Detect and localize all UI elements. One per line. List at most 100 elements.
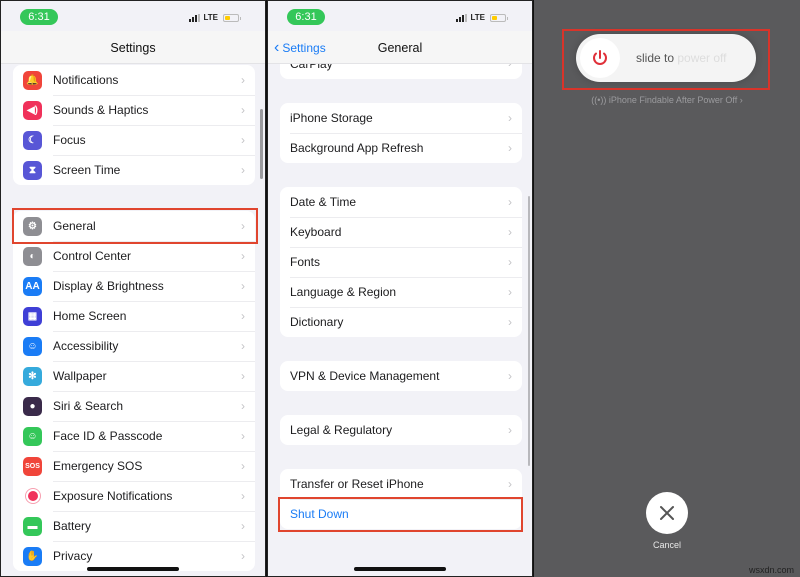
settings-row-display-and-brightness[interactable]: AA Display & Brightness › <box>13 271 255 301</box>
highlight-general <box>12 208 258 244</box>
row-label: Control Center <box>53 249 132 263</box>
row-label: Home Screen <box>53 309 127 323</box>
exposure-icon <box>23 486 42 506</box>
close-icon <box>660 506 674 520</box>
settings-row-dictionary[interactable]: Dictionary › <box>280 307 522 337</box>
settings-row-iphone-storage[interactable]: iPhone Storage › <box>280 103 522 133</box>
settings-row-focus[interactable]: ☾ Focus › <box>13 125 255 155</box>
settings-row-transfer-or-reset-iphone[interactable]: Transfer or Reset iPhone › <box>280 469 522 499</box>
battery-icon: ▬ <box>23 516 42 536</box>
chevron-right-icon: › <box>241 519 245 533</box>
settings-group-2: ⚙ General › ◐ Control Center › AA Display & Bri… <box>13 211 255 571</box>
settings-row-home-screen[interactable]: ▦ Home Screen › <box>13 301 255 331</box>
row-label: Keyboard <box>290 225 342 239</box>
chevron-right-icon: › <box>241 549 245 563</box>
chevron-right-icon: › <box>508 255 512 269</box>
row-label: Transfer or Reset iPhone <box>290 477 424 491</box>
settings-row-sounds-and-haptics[interactable]: ◀) Sounds & Haptics › <box>13 95 255 125</box>
status-bar: 6:31 LTE <box>1 1 265 31</box>
chevron-right-icon: › <box>508 285 512 299</box>
moon-icon: ☾ <box>23 130 42 150</box>
row-label: Emergency SOS <box>53 459 143 473</box>
chevron-right-icon: › <box>737 95 743 105</box>
watermark: wsxdn.com <box>748 565 794 575</box>
chevron-right-icon: › <box>241 163 245 177</box>
siri-icon: ● <box>23 396 42 416</box>
settings-row-date-and-time[interactable]: Date & Time › <box>280 187 522 217</box>
flower-icon: ✻ <box>23 366 42 386</box>
settings-row-control-center[interactable]: ◐ Control Center › <box>13 241 255 271</box>
row-label: Screen Time <box>53 163 121 177</box>
find-my-icon: ((•)) <box>591 95 609 105</box>
status-time: 6:31 <box>287 9 325 25</box>
settings-row-screen-time[interactable]: ⧗ Screen Time › <box>13 155 255 185</box>
cancel-button[interactable] <box>646 492 688 534</box>
scrollbar[interactable] <box>528 196 530 466</box>
settings-row-background-app-refresh[interactable]: Background App Refresh › <box>280 133 522 163</box>
settings-row-siri-and-search[interactable]: ● Siri & Search › <box>13 391 255 421</box>
settings-row-exposure-notifications[interactable]: Exposure Notifications › <box>13 481 255 511</box>
highlight-slider <box>562 29 770 90</box>
chevron-right-icon: › <box>508 225 512 239</box>
home-indicator[interactable] <box>87 567 179 571</box>
row-label: Face ID & Passcode <box>53 429 163 443</box>
storage-group: iPhone Storage › Background App Refresh › <box>280 103 522 163</box>
settings-row-wallpaper[interactable]: ✻ Wallpaper › <box>13 361 255 391</box>
settings-row-fonts[interactable]: Fonts › <box>280 247 522 277</box>
row-label: Privacy <box>53 549 93 563</box>
chevron-right-icon: › <box>241 103 245 117</box>
scrollbar[interactable] <box>260 109 263 179</box>
bell-icon: 🔔 <box>23 70 42 90</box>
chevron-right-icon: › <box>241 309 245 323</box>
settings-row-face-id-and-passcode[interactable]: ☺ Face ID & Passcode › <box>13 421 255 451</box>
page-title: General <box>377 41 423 55</box>
settings-row-language-and-region[interactable]: Language & Region › <box>280 277 522 307</box>
chevron-right-icon: › <box>241 339 245 353</box>
screenshot-composite: 6:31 LTE Settings 🔔 Notifications › ◀) Sound… <box>0 0 800 577</box>
home-grid-icon: ▦ <box>23 306 42 326</box>
cancel-label: Cancel <box>652 540 681 550</box>
chevron-right-icon: › <box>508 111 512 125</box>
row-label: iPhone Storage <box>290 111 373 125</box>
settings-screen: 6:31 LTE Settings 🔔 Notifications › ◀) Sound… <box>0 0 266 577</box>
settings-row-keyboard[interactable]: Keyboard › <box>280 217 522 247</box>
chevron-right-icon: › <box>241 369 245 383</box>
settings-row-emergency-sos[interactable]: SOS Emergency SOS › <box>13 451 255 481</box>
findable-after-power-off-link[interactable]: ((•)) iPhone Findable After Power Off › <box>534 95 800 105</box>
chevron-right-icon: › <box>241 489 245 503</box>
battery-icon <box>223 13 241 22</box>
row-label: Background App Refresh <box>290 141 424 155</box>
row-label: VPN & Device Management <box>290 369 440 383</box>
legal-group: Legal & Regulatory › <box>280 415 522 445</box>
settings-row-vpn-and-device-management[interactable]: VPN & Device Management › <box>280 361 522 391</box>
chevron-right-icon: › <box>241 73 245 87</box>
signal-icon <box>189 13 201 22</box>
row-label: Accessibility <box>53 339 119 353</box>
row-label: Siri & Search <box>53 399 124 413</box>
row-label: Fonts <box>290 255 321 269</box>
network-label: LTE <box>203 13 218 22</box>
row-label: Notifications <box>53 73 119 87</box>
chevron-right-icon: › <box>241 429 245 443</box>
home-indicator[interactable] <box>354 567 446 571</box>
status-time: 6:31 <box>20 9 58 25</box>
face-id-icon: ☺ <box>23 426 42 446</box>
signal-icon <box>456 13 468 22</box>
general-screen: 6:31 LTE ‹ Settings General CarPlay › iP… <box>267 0 533 577</box>
row-label: Language & Region <box>290 285 397 299</box>
chevron-right-icon: › <box>241 279 245 293</box>
power-off-screen: slide to power off ((•)) iPhone Findable… <box>534 0 800 577</box>
settings-row-legal-and-regulatory[interactable]: Legal & Regulatory › <box>280 415 522 445</box>
chevron-right-icon: › <box>508 195 512 209</box>
settings-row-battery[interactable]: ▬ Battery › <box>13 511 255 541</box>
chevron-right-icon: › <box>508 369 512 383</box>
chevron-right-icon: › <box>241 133 245 147</box>
hand-icon: ✋ <box>23 546 42 566</box>
sos-icon: SOS <box>23 456 42 476</box>
datetime-group: Date & Time › Keyboard › Fonts › Language & Re… <box>280 187 522 337</box>
settings-row-accessibility[interactable]: ☺ Accessibility › <box>13 331 255 361</box>
chevron-right-icon: › <box>508 423 512 437</box>
row-label: Wallpaper <box>53 369 107 383</box>
settings-row-notifications[interactable]: 🔔 Notifications › <box>13 65 255 95</box>
navigation-bar: ‹ Settings General <box>268 31 532 64</box>
